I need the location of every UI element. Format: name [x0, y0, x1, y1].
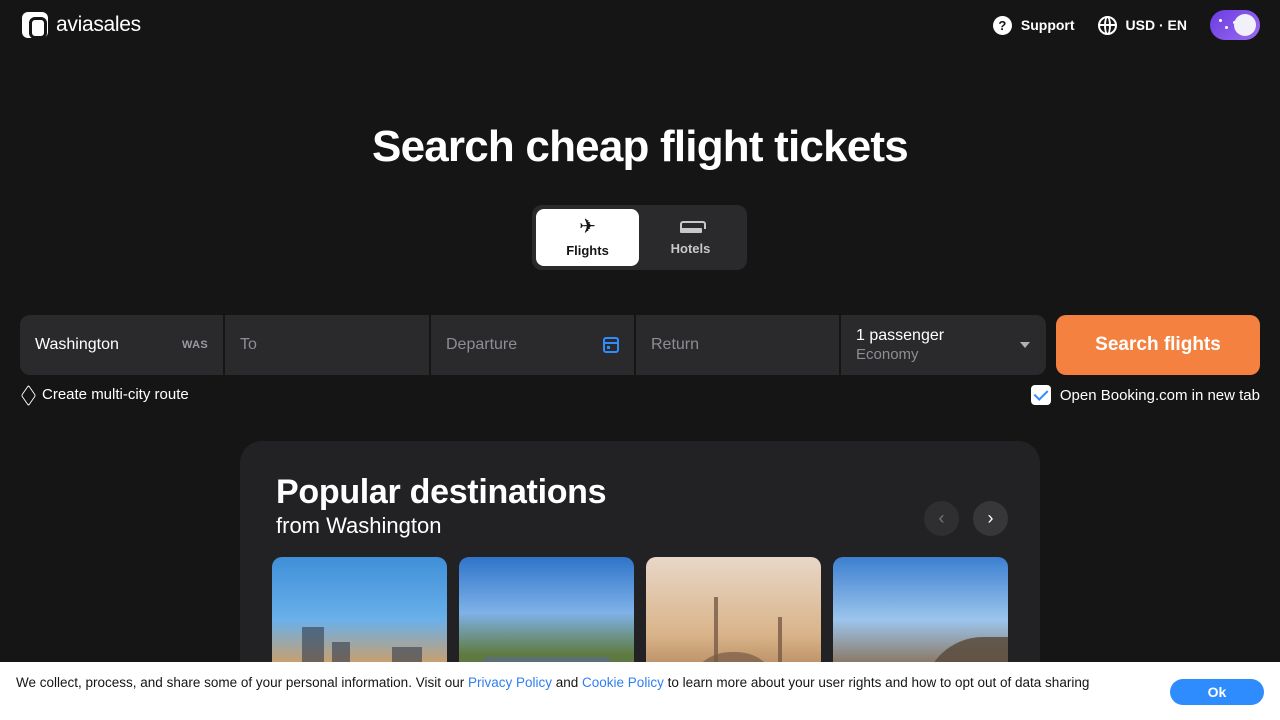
tab-hotels[interactable]: Hotels [639, 209, 742, 266]
booking-new-tab-option[interactable]: Open Booking.com in new tab [1030, 385, 1260, 405]
return-placeholder: Return [651, 336, 700, 353]
logo[interactable]: aviasales [22, 12, 141, 39]
plane-icon: ✈ [579, 216, 596, 238]
cookie-text: We collect, process, and share some of y… [16, 674, 1126, 691]
destination-placeholder: To [240, 336, 257, 353]
passenger-count: 1 passenger [856, 327, 945, 344]
checkbox-checked-icon[interactable] [1030, 385, 1051, 405]
origin-value: Washington [35, 336, 119, 353]
calendar-icon[interactable] [603, 337, 619, 353]
cabin-class: Economy [856, 346, 919, 363]
globe-icon [1097, 15, 1117, 35]
theme-toggle[interactable] [1210, 10, 1260, 40]
multi-city-label: Create multi-city route [42, 386, 189, 403]
return-date-field[interactable]: Return [636, 315, 839, 375]
search-mode-switch: ✈ Flights Hotels [532, 205, 747, 270]
origin-code: WAS [182, 339, 208, 351]
cookie-text-part: and [552, 675, 583, 690]
destination-field[interactable]: To [225, 315, 429, 375]
moon-icon [1234, 14, 1256, 36]
passengers-selector[interactable]: 1 passenger Economy [841, 315, 1046, 375]
search-flights-button[interactable]: Search flights [1056, 315, 1260, 375]
stars-icon [1219, 19, 1222, 22]
chevron-right-icon: › [987, 508, 994, 528]
support-label: Support [1020, 17, 1075, 33]
carousel-prev-button[interactable]: ‹ [924, 501, 959, 536]
tab-hotels-label: Hotels [670, 241, 711, 256]
tab-flights[interactable]: ✈ Flights [536, 209, 639, 266]
page-title: Search cheap flight tickets [372, 122, 909, 171]
support-link[interactable]: ? Support [992, 15, 1075, 35]
cookie-text-part: We collect, process, and share some of y… [16, 675, 468, 690]
popular-subtitle: from Washington [276, 513, 442, 538]
header-actions: ? Support USD · EN [992, 10, 1260, 40]
chevron-down-icon [1020, 342, 1030, 348]
booking-option-label: Open Booking.com in new tab [1059, 386, 1260, 404]
chevron-left-icon: ‹ [938, 508, 945, 528]
cookie-ok-button[interactable]: Ok [1170, 679, 1264, 705]
logo-text: aviasales [56, 13, 141, 36]
origin-field[interactable]: Washington WAS [20, 315, 223, 375]
tab-flights-label: Flights [566, 243, 609, 258]
help-icon: ? [992, 15, 1012, 35]
multi-city-link[interactable]: Create multi-city route [20, 386, 189, 403]
bed-icon [679, 219, 706, 235]
cookie-text-part: to learn more about your user rights and… [663, 675, 1090, 690]
carousel-next-button[interactable]: › [973, 501, 1008, 536]
privacy-policy-link[interactable]: Privacy Policy [468, 675, 552, 690]
route-icon [20, 387, 36, 403]
popular-title: Popular destinations [276, 473, 607, 511]
locale-selector[interactable]: USD · EN [1097, 15, 1187, 35]
departure-placeholder: Departure [446, 336, 518, 353]
aviasales-logo-icon [22, 12, 48, 39]
flight-search-form: Washington WAS To Departure Return 1 pas… [20, 315, 1260, 375]
cookie-banner: We collect, process, and share some of y… [0, 662, 1280, 720]
departure-date-field[interactable]: Departure [431, 315, 634, 375]
locale-label: USD · EN [1125, 17, 1187, 33]
cookie-policy-link[interactable]: Cookie Policy [582, 675, 664, 690]
